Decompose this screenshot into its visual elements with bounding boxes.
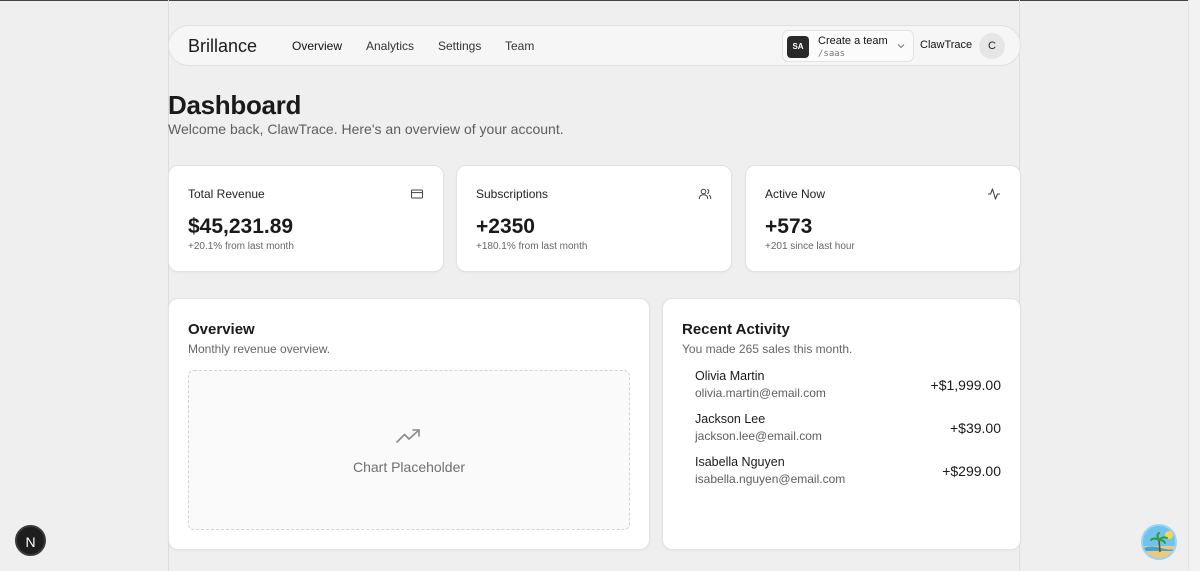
- activity-subtitle: You made 265 sales this month.: [682, 342, 853, 356]
- page-subtitle: Welcome back, ClawTrace. Here's an overv…: [168, 121, 564, 137]
- user-avatar[interactable]: C: [979, 33, 1005, 59]
- sale-amount: +$39.00: [950, 420, 1001, 436]
- nextjs-dev-tools-button[interactable]: N: [15, 525, 46, 556]
- stat-change: +20.1% from last month: [188, 241, 294, 252]
- top-navbar: Brillance Overview Analytics Settings Te…: [168, 25, 1021, 66]
- activity-icon: [988, 188, 1000, 200]
- team-switcher[interactable]: SA Create a team /saas: [782, 30, 914, 62]
- nav-link-overview[interactable]: Overview: [292, 39, 342, 53]
- recent-activity-panel: Recent Activity You made 265 sales this …: [662, 298, 1021, 550]
- sale-amount: +$299.00: [942, 463, 1001, 479]
- stat-change: +180.1% from last month: [476, 241, 588, 252]
- customer-name: Olivia Martin: [695, 369, 765, 383]
- stat-card-active-now: Active Now +573 +201 since last hour: [745, 165, 1021, 272]
- customer-name: Jackson Lee: [695, 412, 766, 426]
- overview-panel: Overview Monthly revenue overview. Chart…: [168, 298, 650, 550]
- users-icon: [698, 188, 712, 200]
- stat-label: Subscriptions: [476, 187, 549, 201]
- stat-value: $45,231.89: [188, 215, 294, 238]
- chart-placeholder: Chart Placeholder: [188, 370, 630, 530]
- chart-placeholder-label: Chart Placeholder: [352, 459, 466, 475]
- nav-link-analytics[interactable]: Analytics: [366, 39, 414, 53]
- activity-title: Recent Activity: [682, 321, 790, 338]
- nav-link-settings[interactable]: Settings: [438, 39, 481, 53]
- customer-email: isabella.nguyen@email.com: [695, 472, 846, 486]
- team-avatar: SA: [787, 36, 809, 58]
- overview-subtitle: Monthly revenue overview.: [188, 342, 331, 356]
- credit-card-icon: [411, 189, 423, 199]
- page-title: Dashboard: [168, 90, 302, 120]
- activity-item[interactable]: Olivia Martin olivia.martin@email.com +$…: [695, 369, 1001, 405]
- stat-change: +201 since last hour: [765, 241, 855, 252]
- stat-value: +2350: [476, 215, 535, 238]
- activity-item[interactable]: Jackson Lee jackson.lee@email.com +$39.0…: [695, 412, 1001, 448]
- overview-title: Overview: [188, 321, 255, 338]
- chevron-down-icon: [897, 44, 905, 49]
- beach-island-icon: [1143, 526, 1175, 558]
- activity-item[interactable]: Isabella Nguyen isabella.nguyen@email.co…: [695, 455, 1001, 491]
- customer-email: olivia.martin@email.com: [695, 386, 826, 400]
- stat-value: +573: [765, 215, 813, 238]
- assistant-launcher-button[interactable]: [1141, 524, 1177, 560]
- trending-up-icon: [396, 429, 420, 443]
- stat-label: Active Now: [765, 187, 826, 201]
- team-name: Create a team: [818, 35, 888, 47]
- stat-label: Total Revenue: [188, 187, 265, 201]
- customer-name: Isabella Nguyen: [695, 455, 785, 469]
- stat-card-subscriptions: Subscriptions +2350 +180.1% from last mo…: [456, 165, 732, 272]
- user-name[interactable]: ClawTrace: [920, 39, 972, 51]
- window-top-border: [0, 0, 1200, 1]
- team-slug: /saas: [818, 49, 846, 59]
- brand-logo[interactable]: Brillance: [188, 36, 257, 57]
- sale-amount: +$1,999.00: [930, 377, 1001, 393]
- stat-card-total-revenue: Total Revenue $45,231.89 +20.1% from las…: [168, 165, 444, 272]
- nav-link-team[interactable]: Team: [505, 39, 534, 53]
- customer-email: jackson.lee@email.com: [695, 429, 822, 443]
- page-scrollbar[interactable]: [1188, 0, 1200, 571]
